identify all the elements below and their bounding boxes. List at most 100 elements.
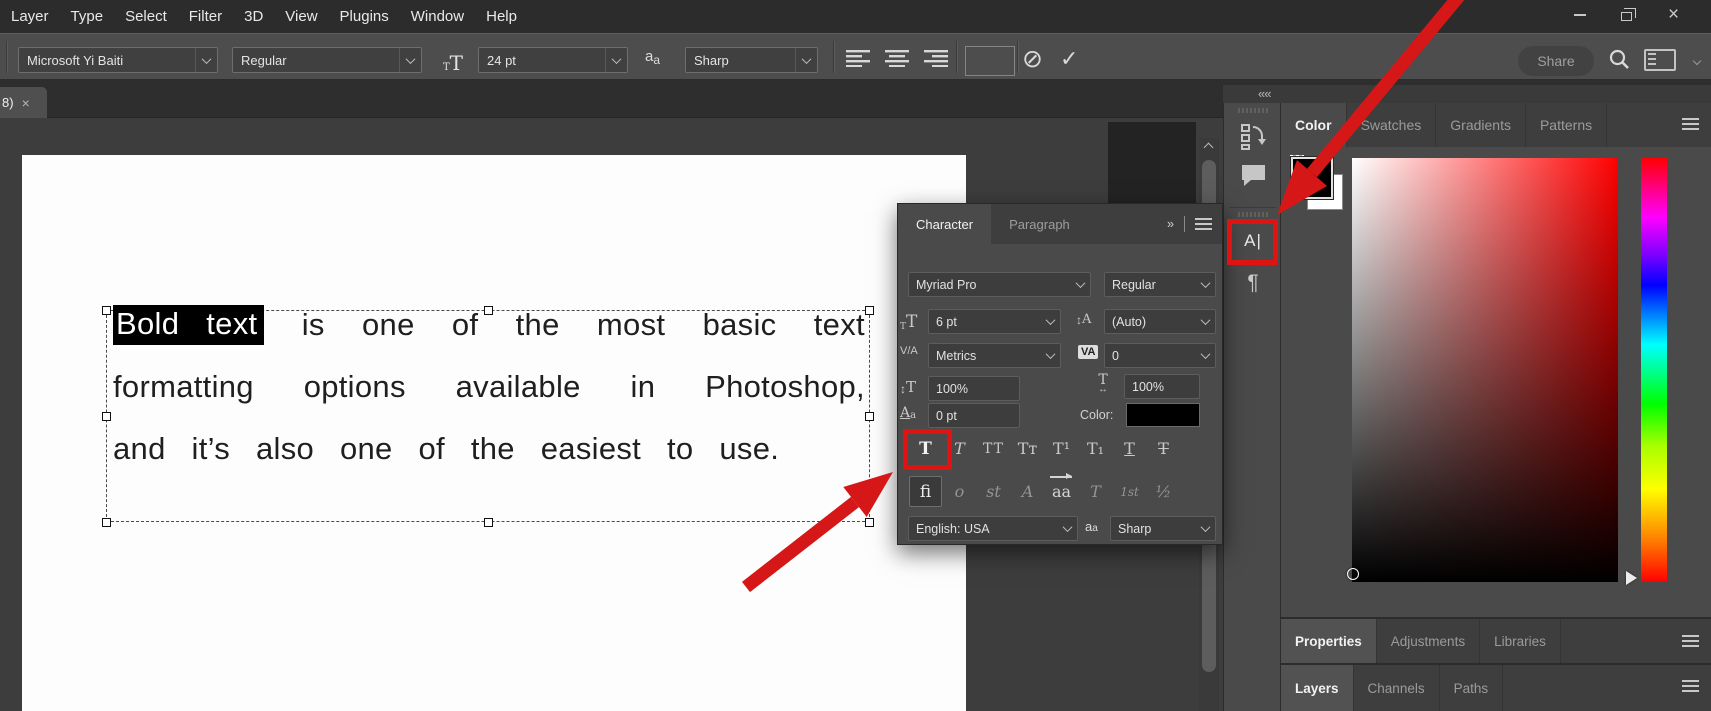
collapse-panels-icon[interactable]: «« (1258, 86, 1272, 101)
grip-handle[interactable] (1238, 212, 1268, 217)
cp-baseline-shift-field[interactable]: 0 pt (928, 403, 1020, 428)
underline-button[interactable]: T (1113, 433, 1146, 464)
cancel-edit-button[interactable]: ⊘ (1022, 44, 1043, 74)
color-panel-menu-icon[interactable] (1682, 118, 1699, 131)
tab-swatches[interactable]: Swatches (1347, 103, 1437, 147)
text-line-2[interactable]: formatting options available in Photoshop, (113, 366, 865, 408)
text-line-1[interactable]: Bold text is one of the most basic text (113, 304, 865, 346)
ordinals-button[interactable]: 1st (1113, 476, 1146, 507)
cp-leading-select[interactable]: (Auto) (1104, 309, 1216, 334)
layers-panel-menu-icon[interactable] (1682, 680, 1699, 693)
tab-channels[interactable]: Channels (1354, 665, 1440, 711)
cp-font-size-select[interactable]: 6 pt (928, 309, 1061, 334)
handle-middle-left[interactable] (102, 412, 111, 421)
handle-top-right[interactable] (865, 306, 874, 315)
cp-language-select[interactable]: English: USA (908, 516, 1078, 541)
font-style-select[interactable]: Regular (232, 47, 422, 73)
document-tab-label: 8) (2, 95, 14, 110)
tab-paths[interactable]: Paths (1440, 665, 1504, 711)
tab-layers[interactable]: Layers (1281, 665, 1354, 711)
separator (1184, 216, 1185, 232)
cp-vertical-scale-field[interactable]: 100% (928, 376, 1020, 401)
cp-kerning-select[interactable]: Metrics (928, 343, 1061, 368)
cp-font-style-select[interactable]: Regular (1104, 272, 1216, 297)
small-caps-button[interactable]: Tᴛ (1011, 433, 1044, 464)
menu-layer[interactable]: Layer (0, 0, 60, 33)
search-button[interactable] (1608, 48, 1631, 76)
cp-tracking-select[interactable]: 0 (1104, 343, 1216, 368)
titling-alternates-button[interactable]: T (1079, 476, 1112, 507)
panel-menu-icon[interactable] (1195, 217, 1212, 231)
handle-middle-right[interactable] (865, 412, 874, 421)
text-color-swatch[interactable] (965, 46, 1015, 76)
hue-slider-marker[interactable] (1626, 571, 1637, 585)
grip-handle[interactable] (1238, 108, 1268, 113)
align-right-button[interactable] (919, 46, 951, 70)
tab-character[interactable]: Character (898, 204, 992, 244)
scroll-up-icon[interactable] (1203, 142, 1214, 153)
document-tab[interactable]: 8) × (0, 87, 47, 118)
ligatures-button[interactable]: fi (909, 476, 942, 507)
handle-bottom-center[interactable] (484, 518, 493, 527)
handle-top-left[interactable] (102, 306, 111, 315)
hue-slider[interactable] (1641, 158, 1667, 582)
canvas-surface[interactable]: Bold text is one of the most basic text format… (22, 155, 966, 711)
align-left-button[interactable] (843, 46, 875, 70)
handle-bottom-left[interactable] (102, 518, 111, 527)
menu-window[interactable]: Window (400, 0, 475, 33)
tab-close-icon[interactable]: × (22, 95, 30, 111)
discretionary-ligatures-button[interactable]: st (977, 476, 1010, 507)
tab-libraries[interactable]: Libraries (1480, 619, 1561, 663)
menu-3d[interactable]: 3D (233, 0, 274, 33)
tab-paragraph[interactable]: Paragraph (991, 204, 1088, 244)
panel-collapse-icon[interactable]: » (1167, 217, 1174, 231)
subscript-button[interactable]: T₁ (1079, 433, 1112, 464)
saturation-brightness-picker[interactable] (1352, 158, 1618, 582)
history-panel-button[interactable] (1224, 123, 1282, 150)
paragraph-panel-button[interactable]: ¶ (1224, 271, 1282, 295)
tab-properties[interactable]: Properties (1281, 619, 1377, 663)
menu-filter[interactable]: Filter (178, 0, 233, 33)
align-center-button[interactable] (881, 46, 913, 70)
annotation-box-bold-button (903, 429, 952, 470)
properties-panel-menu-icon[interactable] (1682, 635, 1699, 648)
close-button[interactable]: × (1650, 0, 1697, 29)
tab-gradients[interactable]: Gradients (1436, 103, 1526, 147)
handle-bottom-right[interactable] (865, 518, 874, 527)
cp-language-value: English: USA (916, 521, 990, 536)
minimize-button[interactable] (1556, 0, 1603, 29)
share-button[interactable]: Share (1518, 46, 1594, 76)
fractions-button[interactable]: ½ (1147, 476, 1180, 507)
all-caps-button[interactable]: TT (977, 433, 1010, 464)
menu-select[interactable]: Select (114, 0, 178, 33)
stylistic-alternates-button[interactable]: A (1011, 476, 1044, 507)
menu-view[interactable]: View (274, 0, 328, 33)
search-icon (1609, 49, 1629, 69)
menu-help[interactable]: Help (475, 0, 528, 33)
foreground-color-swatch[interactable] (1291, 157, 1333, 199)
strikethrough-button[interactable]: T (1147, 433, 1180, 464)
font-family-select[interactable]: Microsoft Yi Baiti (18, 47, 218, 73)
tab-patterns[interactable]: Patterns (1526, 103, 1608, 147)
anti-alias-select[interactable]: Sharp (685, 47, 818, 73)
cp-horizontal-scale-field[interactable]: 100% (1124, 374, 1200, 399)
menu-type[interactable]: Type (60, 0, 115, 33)
tab-adjustments[interactable]: Adjustments (1377, 619, 1481, 663)
color-picker-cursor[interactable] (1347, 568, 1359, 580)
cp-color-swatch[interactable] (1126, 403, 1200, 427)
font-size-select[interactable]: 24 pt (478, 47, 628, 73)
cp-font-family-select[interactable]: Myriad Pro (908, 272, 1091, 297)
menu-plugins[interactable]: Plugins (329, 0, 400, 33)
comments-panel-button[interactable] (1224, 163, 1282, 187)
text-bounding-box[interactable]: Bold text is one of the most basic text format… (102, 305, 874, 527)
swash-button[interactable]: o (943, 476, 976, 507)
restore-button[interactable] (1603, 0, 1650, 29)
tab-color[interactable]: Color (1281, 103, 1347, 147)
commit-edit-button[interactable]: ✓ (1060, 46, 1078, 72)
workspace-switcher-button[interactable] (1644, 49, 1676, 71)
text-line-3[interactable]: and it’s also one of the easiest to use. (113, 428, 865, 470)
superscript-button[interactable]: T¹ (1045, 433, 1078, 464)
selected-text-highlight[interactable]: Bold text (113, 305, 265, 345)
contextual-alternates-button[interactable]: aa (1045, 473, 1078, 507)
cp-anti-alias-select[interactable]: Sharp (1110, 516, 1216, 541)
